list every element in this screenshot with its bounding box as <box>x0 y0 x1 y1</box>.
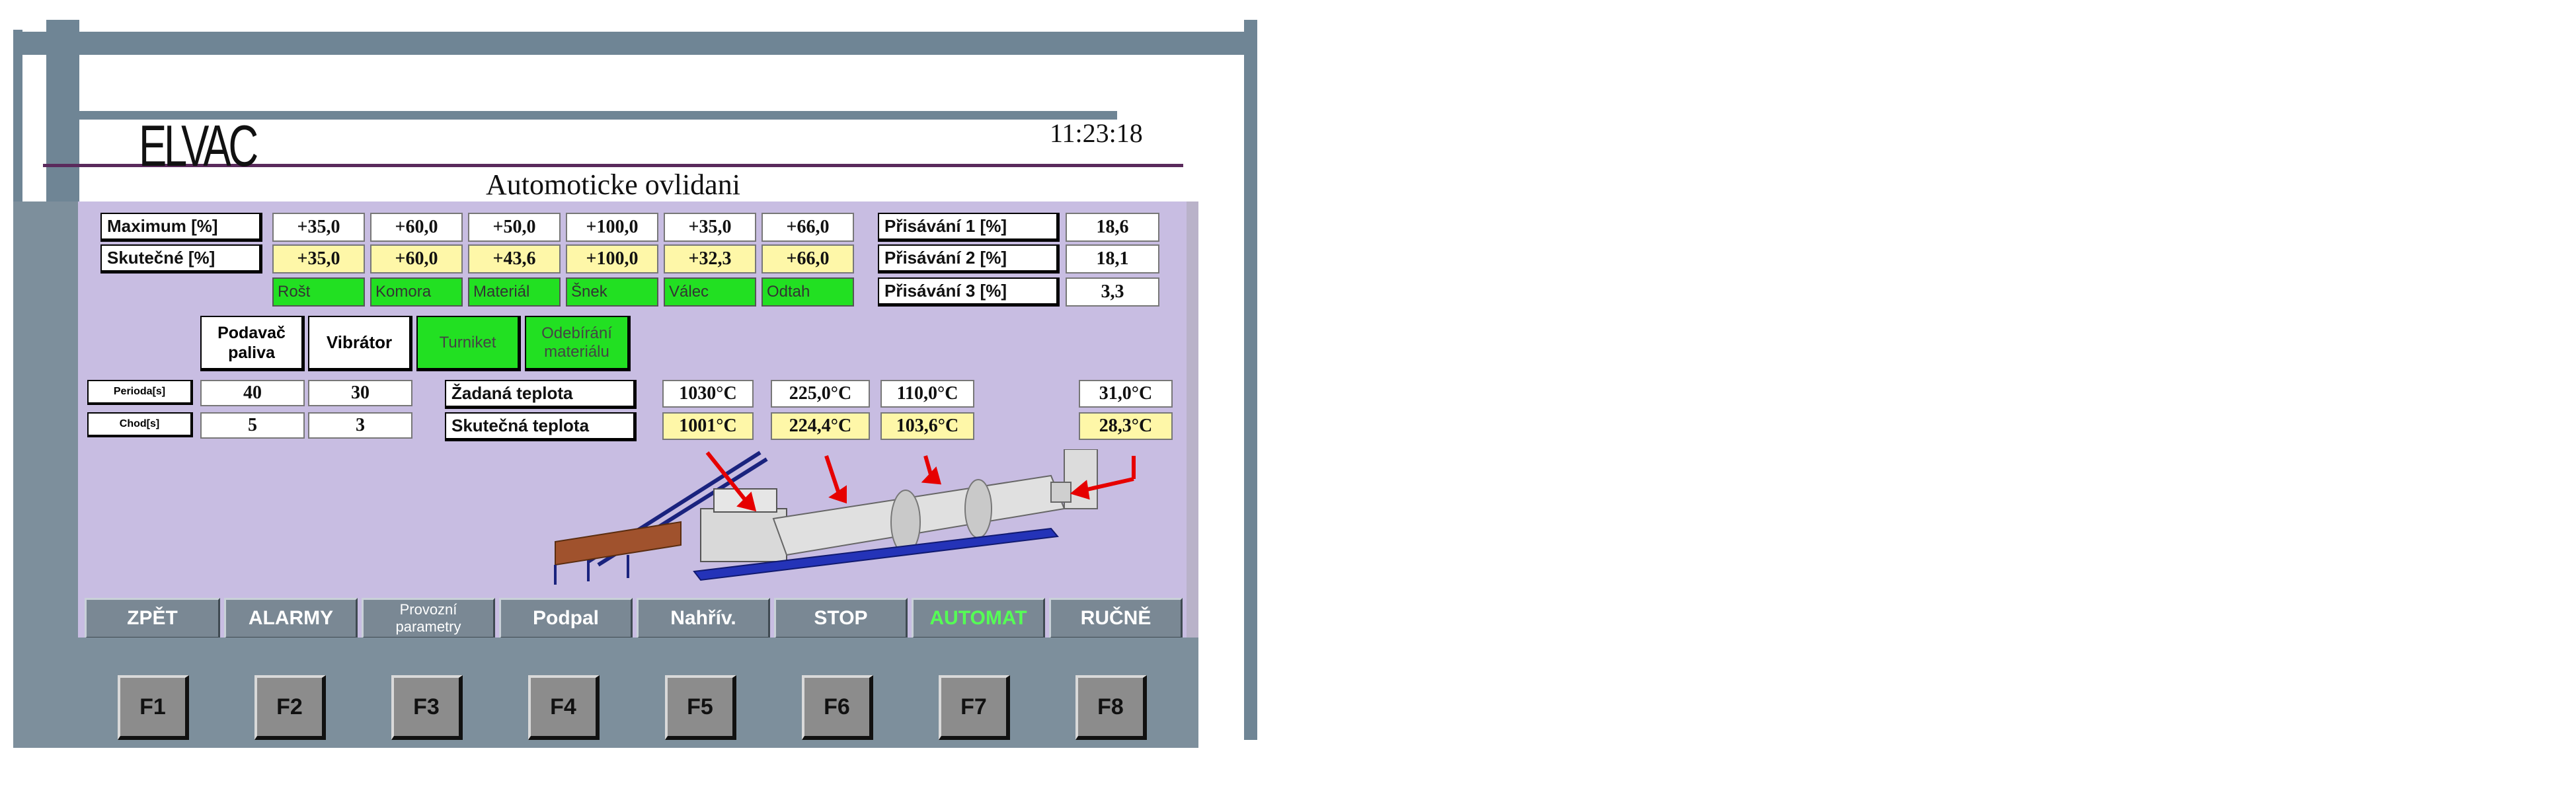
setpoint-temp-value[interactable]: 31,0°C <box>1079 380 1173 408</box>
maximum-value: +100,0 <box>566 213 658 242</box>
actual-label: Skutečné [%] <box>100 244 262 274</box>
cyclone-pipe <box>1050 482 1072 503</box>
left-panel <box>13 201 78 748</box>
maximum-value: +35,0 <box>664 213 756 242</box>
f3-key[interactable]: F3 <box>391 675 463 740</box>
actual-value: +32,3 <box>664 244 756 274</box>
maximum-value: +66,0 <box>761 213 854 242</box>
heating-button[interactable]: Nahřív. <box>637 598 770 639</box>
actual-value: +66,0 <box>761 244 854 274</box>
back-button[interactable]: ZPĚT <box>85 598 220 639</box>
actual-temp-value: 1001°C <box>662 412 754 440</box>
indicator-odtah: Odtah <box>761 277 854 307</box>
indicator-komora: Komora <box>370 277 463 307</box>
run-value-vibrator[interactable]: 3 <box>308 412 412 439</box>
material-removal-button[interactable]: Odebírání materiálu <box>525 316 631 371</box>
suction-label: Přisávání 3 [%] <box>878 277 1060 307</box>
suction-value: 18,6 <box>1066 213 1159 242</box>
function-key-strip <box>78 638 1198 748</box>
actual-value: +60,0 <box>370 244 463 274</box>
period-label: Perioda[s] <box>87 380 193 405</box>
screen-right-rail <box>1187 201 1198 638</box>
page-title: Automoticke ovlidani <box>486 168 740 201</box>
fuel-feeder-button[interactable]: Podavač paliva <box>200 316 305 371</box>
period-value-vibrator[interactable]: 30 <box>308 380 412 406</box>
maximum-value: +60,0 <box>370 213 463 242</box>
setpoint-temp-value[interactable]: 225,0°C <box>771 380 870 408</box>
brand-logo: ELVAC <box>139 113 258 178</box>
suction-label: Přisávání 1 [%] <box>878 213 1060 242</box>
actual-temp-value: 103,6°C <box>880 412 974 440</box>
f1-key[interactable]: F1 <box>118 675 189 740</box>
actual-temp-label: Skutečná teplota <box>445 412 637 441</box>
manual-button[interactable]: RUČNĚ <box>1049 598 1183 639</box>
f5-key[interactable]: F5 <box>665 675 736 740</box>
vibrator-button[interactable]: Vibrátor <box>308 316 412 371</box>
f7-key[interactable]: F7 <box>939 675 1010 740</box>
stop-button[interactable]: STOP <box>774 598 908 639</box>
actual-temp-value: 28,3°C <box>1079 412 1173 440</box>
run-label: Chod[s] <box>87 412 193 437</box>
actual-temp-value: 224,4°C <box>771 412 870 440</box>
indicator-rost: Rošt <box>272 277 365 307</box>
run-value-feeder[interactable]: 5 <box>200 412 305 439</box>
frame-top-bar <box>13 32 1256 55</box>
f2-key[interactable]: F2 <box>254 675 326 740</box>
ignition-button[interactable]: Podpal <box>499 598 633 639</box>
suction-value: 3,3 <box>1066 277 1159 307</box>
dryer-machine-illustration <box>554 449 1136 585</box>
setpoint-temp-value[interactable]: 110,0°C <box>880 380 974 408</box>
clock-time: 11:23:18 <box>1050 118 1143 148</box>
maximum-value: +35,0 <box>272 213 365 242</box>
f4-key[interactable]: F4 <box>528 675 600 740</box>
setpoint-temp-label: Žadaná teplota <box>445 380 637 409</box>
setpoint-temp-value[interactable]: 1030°C <box>662 380 754 408</box>
actual-value: +100,0 <box>566 244 658 274</box>
maximum-label: Maximum [%] <box>100 213 262 242</box>
turnstile-button[interactable]: Turniket <box>416 316 521 371</box>
frame-right-post <box>1244 20 1257 740</box>
indicator-material: Materiál <box>468 277 561 307</box>
frame-left-edge <box>13 30 22 208</box>
automat-button[interactable]: AUTOMAT <box>912 598 1045 639</box>
indicator-snek: Šnek <box>566 277 658 307</box>
f6-key[interactable]: F6 <box>802 675 873 740</box>
furnace <box>700 508 787 562</box>
indicator-valec: Válec <box>664 277 756 307</box>
f8-key[interactable]: F8 <box>1075 675 1147 740</box>
frame-left-post <box>46 20 79 211</box>
rotary-drum <box>772 474 1066 556</box>
actual-value: +35,0 <box>272 244 365 274</box>
alarms-button[interactable]: ALARMY <box>224 598 358 639</box>
suction-label: Přisávání 2 [%] <box>878 244 1060 274</box>
operating-parameters-button[interactable]: Provozní parametry <box>362 598 495 639</box>
suction-value: 18,1 <box>1066 244 1159 274</box>
period-value-feeder[interactable]: 40 <box>200 380 305 406</box>
fuel-bunker <box>555 521 682 566</box>
maximum-value: +50,0 <box>468 213 561 242</box>
actual-value: +43,6 <box>468 244 561 274</box>
